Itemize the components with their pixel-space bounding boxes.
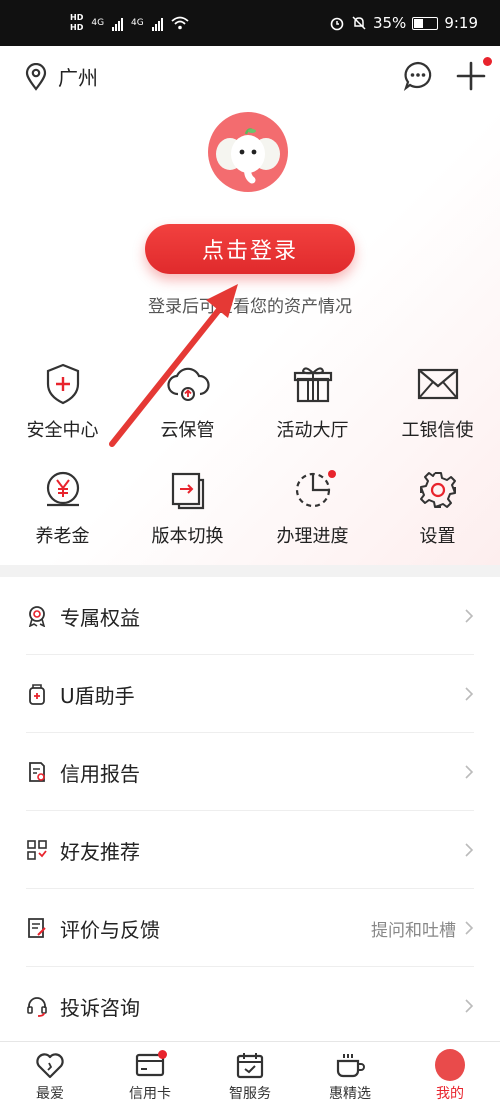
grid-label: 安全中心 [26, 420, 99, 441]
tab-label: 惠精选 [329, 1086, 371, 1102]
headset-icon [27, 997, 47, 1017]
list-item-label: 专属权益 [60, 605, 140, 630]
list-item-label: 投诉咨询 [60, 995, 140, 1020]
heart-icon [36, 1053, 64, 1079]
hd-label: HD [70, 13, 84, 22]
mute-bell-icon [352, 16, 366, 30]
calendar-check-icon [236, 1053, 264, 1079]
list-item-label: U盾助手 [60, 683, 135, 708]
section-divider [0, 565, 500, 577]
login-button[interactable]: 点击登录 [145, 224, 355, 274]
list-item-credit-report[interactable]: 信用报告 [0, 733, 500, 811]
list-item-label: 信用报告 [60, 761, 140, 786]
hd-indicator: HD HD [70, 13, 83, 33]
gift-icon [293, 367, 332, 403]
signal-icon [151, 15, 163, 31]
list-item-complaint[interactable]: 投诉咨询 [0, 967, 500, 1045]
ukey-icon [29, 684, 45, 705]
yen-coin-icon [46, 471, 79, 507]
list-item-refer-friend[interactable]: 好友推荐 [0, 811, 500, 889]
list-item-ukey-assistant[interactable]: U盾助手 [0, 655, 500, 733]
location-pin-icon [25, 62, 47, 91]
clock: 9:19 [444, 14, 478, 32]
switch-icon [171, 472, 204, 510]
status-right: 35% 9:19 [329, 14, 478, 32]
progress-icon [295, 472, 330, 508]
shortcut-grid: 安全中心 云保管 活动大厅 工银信使 养老金 版本切换 办理进度 设置 [0, 362, 500, 564]
bottom-tab-bar: 最爱 信用卡 智服务 惠精选 我的 [0, 1041, 500, 1111]
tab-credit-card[interactable]: 信用卡 [100, 1042, 200, 1111]
chevron-right-icon [465, 843, 474, 857]
list-item-hint: 提问和吐槽 [371, 920, 456, 941]
cloud-upload-icon [166, 367, 210, 401]
hd-label: HD [70, 23, 84, 32]
tab-label: 信用卡 [129, 1086, 171, 1102]
grid-item-cloud-storage[interactable]: 云保管 [125, 362, 250, 458]
chevron-right-icon [465, 921, 474, 935]
grid-label: 工银信使 [401, 420, 474, 441]
status-bar: HD HD 4G 4G 35% 9:19 [0, 0, 500, 46]
network-type: 4G [91, 18, 105, 28]
notification-dot [328, 470, 336, 478]
shield-plus-icon [46, 363, 79, 405]
wifi-icon [171, 16, 189, 30]
grid-label: 云保管 [160, 420, 215, 441]
badge-icon [28, 606, 46, 627]
tab-label: 智服务 [229, 1086, 271, 1102]
chevron-right-icon [465, 765, 474, 779]
coffee-cup-icon [336, 1054, 365, 1078]
profile-icon [435, 1049, 465, 1081]
grid-label: 养老金 [35, 526, 90, 547]
list-item-feedback[interactable]: 评价与反馈 提问和吐槽 [0, 889, 500, 967]
status-left: HD HD 4G 4G [70, 13, 189, 33]
grid-label: 活动大厅 [276, 420, 349, 441]
chevron-right-icon [465, 687, 474, 701]
tab-favorites[interactable]: 最爱 [0, 1042, 100, 1111]
grid-item-icbc-messenger[interactable]: 工银信使 [375, 362, 500, 458]
chevron-right-icon [465, 609, 474, 623]
feedback-icon [28, 918, 46, 938]
grid-item-version-switch[interactable]: 版本切换 [125, 468, 250, 564]
grid-label: 办理进度 [276, 526, 349, 547]
avatar[interactable] [208, 112, 288, 192]
list-item-exclusive-benefits[interactable]: 专属权益 [0, 577, 500, 655]
list-item-label: 好友推荐 [60, 839, 140, 864]
login-hint: 登录后可查看您的资产情况 [148, 297, 352, 317]
header-actions [402, 57, 492, 92]
elephant-mascot-icon [216, 128, 280, 184]
grid-item-activity-hall[interactable]: 活动大厅 [250, 362, 375, 458]
location-selector[interactable]: 广州 [24, 62, 98, 91]
notification-dot [158, 1050, 167, 1059]
list-item-label: 评价与反馈 [60, 917, 160, 942]
tab-label: 我的 [436, 1086, 464, 1102]
grid-label: 设置 [419, 526, 456, 547]
grid-item-progress[interactable]: 办理进度 [250, 468, 375, 564]
gear-icon [419, 472, 456, 508]
add-button[interactable] [456, 57, 492, 91]
battery-percent: 35% [372, 14, 407, 32]
grid-item-pension[interactable]: 养老金 [0, 468, 125, 564]
signal-icon [112, 15, 124, 31]
grid-label: 版本切换 [151, 526, 224, 547]
tab-smart-service[interactable]: 智服务 [200, 1042, 300, 1111]
tab-deals[interactable]: 惠精选 [300, 1042, 400, 1111]
report-icon [29, 762, 45, 782]
alarm-icon [330, 17, 344, 31]
location-label: 广州 [58, 66, 98, 90]
envelope-icon [417, 368, 458, 400]
tab-label: 最爱 [36, 1086, 64, 1102]
grid-item-security-center[interactable]: 安全中心 [0, 362, 125, 458]
menu-list: 专属权益 U盾助手 信用报告 好友推荐 评价与反馈 提问和吐槽 投诉咨询 [0, 577, 500, 1045]
message-icon[interactable] [402, 60, 434, 92]
qr-code-icon [27, 840, 47, 860]
notification-dot [483, 57, 492, 66]
plus-icon [456, 61, 486, 91]
chevron-right-icon [465, 999, 474, 1013]
grid-item-settings[interactable]: 设置 [375, 468, 500, 564]
tab-mine[interactable]: 我的 [400, 1042, 500, 1111]
network-type: 4G [131, 18, 144, 28]
battery-icon [412, 16, 439, 30]
